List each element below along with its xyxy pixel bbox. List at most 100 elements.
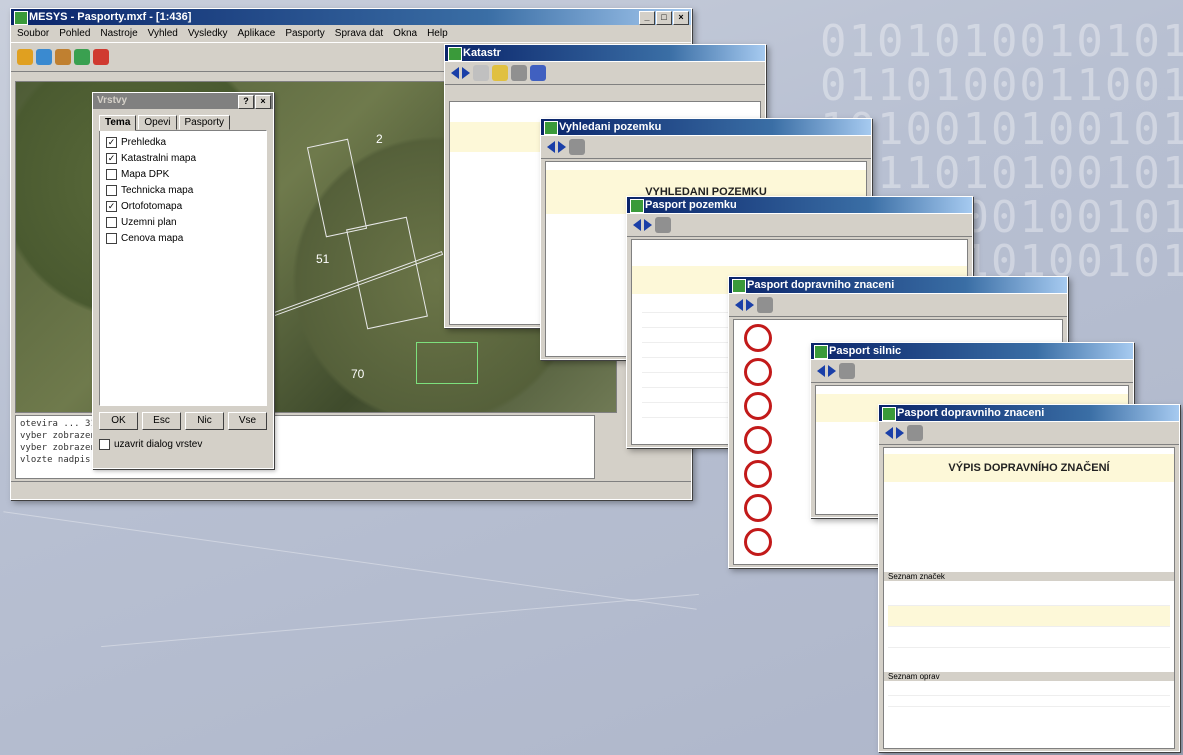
window-titlebar: Pasport dopravniho znaceni: [879, 405, 1179, 421]
menu-item[interactable]: Vysledky: [188, 25, 228, 42]
checkbox-checked[interactable]: ✓: [106, 136, 117, 148]
layer-item[interactable]: Technicka mapa: [106, 182, 260, 198]
window-title: Pasport silnic: [829, 345, 902, 357]
background-line: [101, 593, 699, 648]
menu-item[interactable]: Okna: [393, 25, 417, 42]
forward-icon[interactable]: [746, 299, 754, 311]
all-button[interactable]: Vse: [228, 412, 267, 430]
layer-item[interactable]: ✓ Prehledka: [106, 134, 260, 150]
window-toolbar: [541, 135, 871, 159]
open-icon[interactable]: [17, 49, 33, 65]
tab-opevi[interactable]: Opevi: [138, 115, 177, 130]
table-row[interactable]: [888, 606, 1170, 627]
menu-item[interactable]: Help: [427, 25, 448, 42]
checkbox[interactable]: [106, 216, 117, 228]
window-icon: [544, 121, 558, 135]
window-titlebar: Pasport dopravniho znaceni: [729, 277, 1067, 293]
window-title: Pasport dopravniho znaceni: [747, 279, 895, 291]
traffic-sign-icon: [744, 460, 772, 488]
print-icon[interactable]: [55, 49, 71, 65]
table-row[interactable]: [888, 627, 1170, 648]
search-icon[interactable]: [74, 49, 90, 65]
zoom-icon[interactable]: [36, 49, 52, 65]
layer-item[interactable]: Mapa DPK: [106, 166, 260, 182]
checkbox[interactable]: [99, 438, 110, 450]
forward-icon[interactable]: [896, 427, 904, 439]
traffic-sign-icon: [744, 426, 772, 454]
window-toolbar: [729, 293, 1067, 317]
layer-item[interactable]: ✓ Ortofotomapa: [106, 198, 260, 214]
dialog-buttons: OK Esc Nic Vse: [93, 406, 273, 436]
layers-dialog: Vrstvy ? × Tema Opevi Pasporty ✓ Prehledk…: [92, 92, 274, 469]
back-icon[interactable]: [547, 141, 555, 153]
layer-item[interactable]: Cenova mapa: [106, 230, 260, 246]
background-line: [3, 511, 697, 610]
layer-item[interactable]: Uzemni plan: [106, 214, 260, 230]
layer-label: Uzemni plan: [121, 216, 177, 228]
help-icon[interactable]: [530, 65, 546, 81]
window-title: Pasport pozemku: [645, 199, 737, 211]
main-title: MESYS - Pasporty.mxf - [1:436]: [29, 11, 192, 23]
layer-item[interactable]: ✓ Katastralni mapa: [106, 150, 260, 166]
minimize-button[interactable]: _: [639, 11, 655, 25]
window-icon: [814, 345, 828, 359]
forward-icon[interactable]: [644, 219, 652, 231]
back-icon[interactable]: [451, 67, 459, 79]
checkbox[interactable]: [106, 232, 117, 244]
table-row[interactable]: [888, 685, 1170, 696]
menu-item[interactable]: Aplikace: [238, 25, 276, 42]
tab-pasporty[interactable]: Pasporty: [178, 115, 230, 130]
app-icon: [14, 11, 28, 25]
help-button[interactable]: ?: [238, 95, 254, 109]
layer-label: Mapa DPK: [121, 168, 170, 180]
window-icon: [630, 199, 644, 213]
layer-label: Cenova mapa: [121, 232, 184, 244]
back-icon[interactable]: [735, 299, 743, 311]
forward-icon[interactable]: [558, 141, 566, 153]
menu-item[interactable]: Nastroje: [100, 25, 137, 42]
print-icon[interactable]: [757, 297, 773, 313]
menu-item[interactable]: Pohled: [59, 25, 90, 42]
report-heading: VÝPIS DOPRAVNÍHO ZNAČENÍ: [884, 454, 1174, 482]
window-titlebar: Pasport pozemku: [627, 197, 972, 213]
dialog-close-button[interactable]: ×: [255, 95, 271, 109]
forward-icon[interactable]: [462, 67, 470, 79]
checkbox-checked[interactable]: ✓: [106, 152, 117, 164]
option-label: uzavrit dialog vrstev: [114, 438, 203, 450]
tab-tema[interactable]: Tema: [99, 115, 137, 131]
esc-button[interactable]: Esc: [142, 412, 181, 430]
back-icon[interactable]: [885, 427, 893, 439]
close-dialog-option[interactable]: uzavrit dialog vrstev: [93, 436, 273, 452]
layer-label: Ortofotomapa: [121, 200, 183, 212]
print-icon[interactable]: [839, 363, 855, 379]
print-icon[interactable]: [511, 65, 527, 81]
print-icon[interactable]: [907, 425, 923, 441]
menu-item[interactable]: Vyhled: [148, 25, 178, 42]
section-header: Seznam značek: [884, 572, 1174, 581]
menu-item[interactable]: Pasporty: [285, 25, 324, 42]
traffic-sign-icon: [744, 494, 772, 522]
checkbox[interactable]: [106, 168, 117, 180]
checkbox-checked[interactable]: ✓: [106, 200, 117, 212]
home-icon[interactable]: [93, 49, 109, 65]
menu-item[interactable]: Soubor: [17, 25, 49, 42]
ok-button[interactable]: OK: [99, 412, 138, 430]
window-titlebar: Pasport silnic: [811, 343, 1133, 359]
menu-item[interactable]: Sprava dat: [335, 25, 383, 42]
table-row[interactable]: [888, 585, 1170, 606]
back-icon[interactable]: [633, 219, 641, 231]
print-icon[interactable]: [655, 217, 671, 233]
doc-icon[interactable]: [473, 65, 489, 81]
window-toolbar: [445, 61, 765, 85]
dialog-titlebar: Vrstvy ? ×: [93, 93, 273, 109]
folder-icon[interactable]: [492, 65, 508, 81]
maximize-button[interactable]: □: [656, 11, 672, 25]
print-icon[interactable]: [569, 139, 585, 155]
none-button[interactable]: Nic: [185, 412, 224, 430]
back-icon[interactable]: [817, 365, 825, 377]
checkbox[interactable]: [106, 184, 117, 196]
close-button[interactable]: ×: [673, 11, 689, 25]
table-row[interactable]: [888, 696, 1170, 707]
forward-icon[interactable]: [828, 365, 836, 377]
layer-label: Katastralni mapa: [121, 152, 197, 164]
